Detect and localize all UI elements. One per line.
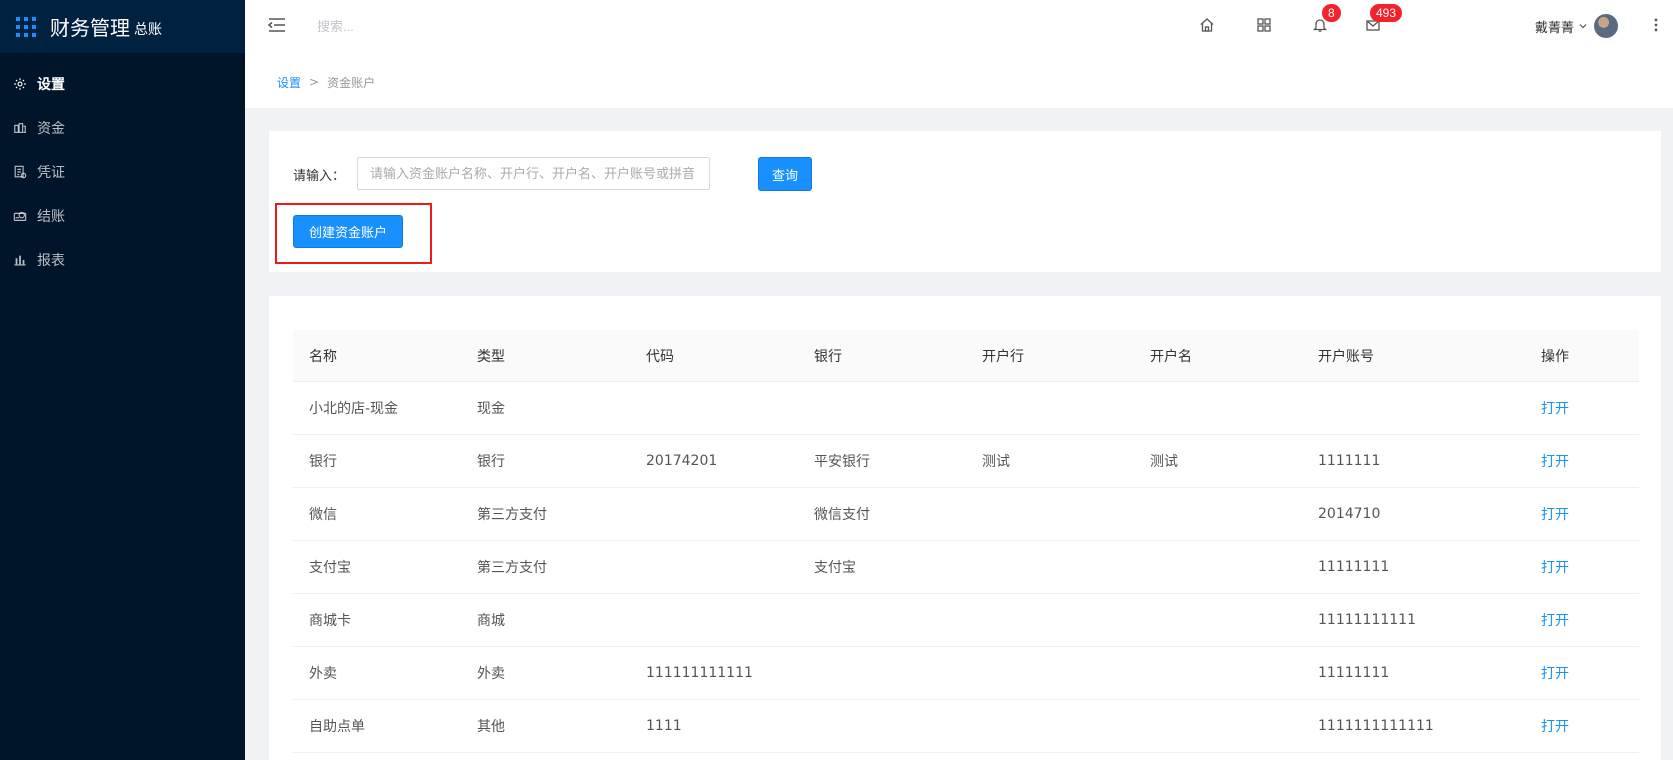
money-icon	[13, 121, 27, 135]
cell-type: 外卖	[477, 666, 505, 682]
cell-account: 1111111	[1318, 453, 1381, 469]
table-header-row: 名称 类型 代码 银行 开户行 开户名 开户账号 操作	[293, 330, 1639, 382]
table-row: 银行 银行 20174201 平安银行 测试 测试 1111111 打开	[293, 435, 1639, 488]
open-link[interactable]: 打开	[1541, 719, 1569, 735]
open-link[interactable]: 打开	[1541, 666, 1569, 682]
breadcrumb: 设置 > 资金账户	[245, 56, 1673, 108]
home-icon[interactable]	[1196, 14, 1218, 36]
table-row: 支付宝 第三方支付 支付宝 11111111 打开	[293, 541, 1639, 594]
cell-type: 银行	[477, 454, 505, 470]
notification-bell-icon[interactable]: 8	[1309, 4, 1341, 36]
sidebar-menu: 设置 资金 凭证 结账 报表	[0, 62, 245, 282]
cell-code: 20174201	[646, 453, 718, 469]
sidebar-item-settings[interactable]: 设置	[0, 62, 245, 106]
sidebar-item-label: 结账	[37, 209, 65, 225]
cell-account: 1111111111111	[1318, 718, 1434, 734]
sidebar-item-reports[interactable]: 报表	[0, 238, 245, 282]
app-grid-icon	[16, 16, 36, 37]
sidebar-item-label: 报表	[37, 253, 65, 269]
open-link[interactable]: 打开	[1541, 454, 1569, 470]
create-account-button[interactable]: 创建资金账户	[293, 215, 403, 248]
filter-label: 请输入：	[293, 169, 346, 184]
apps-grid-icon[interactable]	[1253, 14, 1275, 36]
gear-icon	[13, 77, 27, 91]
cell-bank: 平安银行	[814, 454, 870, 470]
top-header: 8 493 戴菁菁	[245, 0, 1673, 56]
accounts-table: 名称 类型 代码 银行 开户行 开户名 开户账号 操作 小北的店-现金 现金 打…	[293, 330, 1639, 753]
column-header: 开户行	[982, 348, 1024, 365]
user-name: 戴菁菁	[1535, 20, 1575, 36]
cell-account: 2014710	[1318, 506, 1381, 522]
table-row: 商城卡 商城 11111111111 打开	[293, 594, 1639, 647]
sidebar-item-label: 设置	[37, 77, 65, 93]
bar-chart-icon	[13, 253, 27, 267]
cell-account: 11111111	[1318, 559, 1390, 575]
sidebar: 财务管理 总账 设置 资金 凭证 结账 报表	[0, 0, 245, 760]
user-menu[interactable]: 戴菁菁	[1535, 14, 1619, 38]
cell-code: 1111	[646, 718, 682, 734]
cell-name: 自助点单	[309, 719, 365, 735]
account-search-input[interactable]	[357, 157, 710, 190]
cell-bank: 支付宝	[814, 560, 856, 576]
app-title: 财务管理	[50, 16, 130, 40]
column-header: 开户名	[1150, 348, 1192, 365]
breadcrumb-current: 资金账户	[327, 75, 376, 90]
sidebar-item-label: 凭证	[37, 165, 65, 181]
more-vertical-icon[interactable]	[1651, 15, 1661, 35]
cell-name: 商城卡	[309, 613, 351, 629]
breadcrumb-settings-link[interactable]: 设置	[277, 74, 301, 91]
cell-type: 第三方支付	[477, 507, 547, 523]
table-row: 自助点单 其他 1111 1111111111111 打开	[293, 700, 1639, 753]
column-header: 名称	[309, 348, 337, 365]
message-icon[interactable]: 493	[1362, 4, 1403, 36]
query-button[interactable]: 查询	[758, 157, 812, 191]
open-link[interactable]: 打开	[1541, 613, 1569, 629]
message-badge: 493	[1370, 4, 1403, 22]
cell-name: 支付宝	[309, 560, 351, 576]
checkout-icon	[13, 209, 27, 223]
open-link[interactable]: 打开	[1541, 507, 1569, 523]
cell-account: 11111111	[1318, 665, 1390, 681]
cell-type: 商城	[477, 613, 505, 629]
cell-name: 外卖	[309, 666, 337, 682]
menu-collapse-icon[interactable]	[267, 15, 287, 35]
cell-branch: 测试	[982, 454, 1010, 470]
cell-code: 111111111111	[646, 665, 753, 681]
sidebar-item-label: 资金	[37, 121, 65, 137]
filter-panel: 请输入： 查询 创建资金账户	[269, 131, 1661, 272]
cell-name: 微信	[309, 507, 337, 523]
column-header: 操作	[1541, 348, 1569, 365]
sidebar-item-voucher[interactable]: 凭证	[0, 150, 245, 194]
logo-bar: 财务管理 总账	[0, 0, 245, 53]
open-link[interactable]: 打开	[1541, 401, 1569, 417]
chevron-down-icon	[1579, 24, 1587, 29]
cell-type: 第三方支付	[477, 560, 547, 576]
cell-name: 小北的店-现金	[309, 401, 399, 417]
table-row: 微信 第三方支付 微信支付 2014710 打开	[293, 488, 1639, 541]
sidebar-item-checkout[interactable]: 结账	[0, 194, 245, 238]
app-subtitle: 总账	[134, 21, 162, 38]
sidebar-item-funds[interactable]: 资金	[0, 106, 245, 150]
cell-type: 现金	[477, 401, 505, 417]
open-link[interactable]: 打开	[1541, 560, 1569, 576]
cell-name: 银行	[309, 454, 337, 470]
notification-badge: 8	[1322, 4, 1341, 22]
column-header: 代码	[646, 348, 674, 365]
column-header: 开户账号	[1318, 348, 1374, 365]
table-row: 外卖 外卖 111111111111 11111111 打开	[293, 647, 1639, 700]
cell-bank: 微信支付	[814, 507, 870, 523]
cell-type: 其他	[477, 719, 505, 735]
avatar[interactable]	[1594, 14, 1619, 38]
breadcrumb-separator: >	[309, 75, 320, 89]
accounts-table-panel: 名称 类型 代码 银行 开户行 开户名 开户账号 操作 小北的店-现金 现金 打…	[269, 296, 1661, 760]
table-row: 小北的店-现金 现金 打开	[293, 382, 1639, 435]
voucher-icon	[13, 165, 27, 179]
column-header: 银行	[814, 348, 842, 365]
cell-account: 11111111111	[1318, 612, 1416, 628]
search-input[interactable]	[317, 14, 617, 38]
column-header: 类型	[477, 348, 505, 365]
cell-holder: 测试	[1150, 454, 1178, 470]
